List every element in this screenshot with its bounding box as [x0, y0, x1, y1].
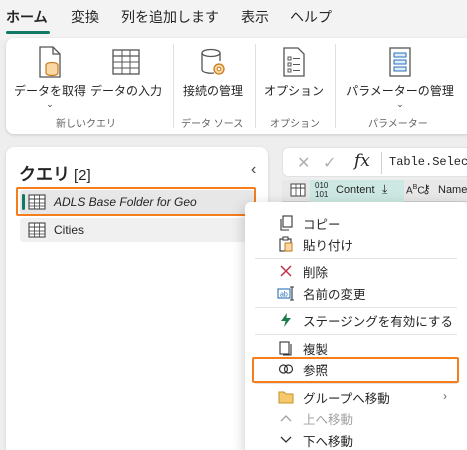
group-label-options: オプション	[270, 119, 320, 130]
paste-icon	[277, 235, 295, 253]
menu-separator	[255, 334, 457, 335]
menu-separator	[255, 383, 457, 384]
menu-item-label: グループへ移動	[303, 391, 390, 406]
menu-item-label: 名前の変更	[303, 287, 366, 302]
ribbon-tabs: ホーム 変換 列を追加します 表示 ヘルプ	[0, 0, 467, 40]
menu-item-move-up[interactable]: 上へ移動	[245, 407, 467, 429]
delete-icon	[277, 262, 295, 280]
ribbon: データを取得 ⌄ データの入力 新しいクエリ 接続の管理 データ ソース オプシ…	[6, 38, 467, 134]
chevron-down-icon: ⌄	[46, 99, 54, 109]
menu-item-label: ステージングを有効にする	[303, 314, 453, 329]
download-sort-icon[interactable]: ⤓	[382, 182, 387, 197]
column-header-name[interactable]: Name	[438, 184, 467, 196]
queries-count: [2]	[74, 167, 91, 184]
table-menu-icon[interactable]	[290, 183, 306, 200]
group-label-data-sources: データ ソース	[181, 119, 244, 130]
duplicate-icon	[277, 339, 295, 357]
menu-item-delete[interactable]: 削除	[245, 260, 467, 282]
get-data-label: データを取得	[13, 84, 86, 98]
copy-icon	[277, 214, 295, 232]
menu-item-label: 削除	[303, 265, 329, 280]
menu-separator	[255, 258, 457, 259]
menu-item-label: コピー	[303, 217, 341, 232]
menu-item-label: 貼り付け	[303, 238, 354, 253]
active-tab-indicator	[6, 31, 50, 34]
menu-item-label: 複製	[303, 342, 329, 357]
menu-item-move-down[interactable]: 下へ移動	[245, 429, 467, 450]
chevron-up-icon	[277, 409, 295, 427]
fx-icon[interactable]: fx	[354, 151, 370, 171]
tab-home[interactable]: ホーム	[6, 7, 48, 27]
chevron-down-icon	[277, 431, 295, 449]
rename-icon: ab	[277, 284, 295, 302]
binary-type-icon[interactable]: 010 101	[315, 181, 328, 199]
tab-transform[interactable]: 変換	[71, 7, 99, 27]
connection-gear-icon	[193, 44, 233, 80]
grid-header: 010 101 Content ⤓ ABC ⚷ Name	[282, 180, 467, 202]
menu-item-paste[interactable]: 貼り付け	[245, 233, 467, 255]
query-item-cities[interactable]: Cities	[20, 218, 254, 242]
menu-separator	[255, 307, 457, 308]
formula-divider	[381, 152, 382, 174]
menu-item-enable-staging[interactable]: ステージングを有効にする	[245, 309, 467, 331]
group-label-new-query: 新しいクエリ	[56, 119, 116, 130]
ribbon-divider	[335, 44, 336, 128]
menu-item-copy[interactable]: コピー	[245, 212, 467, 234]
table-icon	[106, 44, 146, 80]
ribbon-divider	[173, 44, 174, 128]
manage-connections-label: 接続の管理	[182, 84, 243, 98]
manage-parameters-button[interactable]: パラメーターの管理 ⌄	[342, 40, 458, 110]
highlight-box	[16, 187, 256, 216]
cancel-icon[interactable]: ✕	[297, 153, 310, 173]
queries-title-text: クエリ	[19, 165, 70, 184]
tab-help[interactable]: ヘルプ	[290, 7, 332, 27]
highlight-box	[252, 357, 459, 383]
queries-title: クエリ [2]	[19, 160, 91, 185]
collapse-pane-chevron-icon[interactable]: ‹	[251, 161, 256, 179]
chevron-down-icon: ⌄	[396, 99, 404, 109]
folder-icon	[277, 388, 295, 406]
manage-connections-button[interactable]: 接続の管理	[178, 40, 248, 110]
chevron-right-icon: ›	[443, 389, 447, 403]
query-item-label: Cities	[54, 223, 85, 237]
table-icon	[28, 222, 46, 238]
get-data-icon	[30, 44, 70, 80]
ribbon-divider	[255, 44, 256, 128]
context-menu: コピー 貼り付け 削除 ab 名前の変更 ステージングを有効にする 複製 参照 …	[245, 202, 467, 450]
formula-text[interactable]: Table.Select	[389, 155, 467, 169]
column-header-content[interactable]: Content	[336, 184, 375, 196]
tab-add-column[interactable]: 列を追加します	[121, 7, 219, 27]
group-label-parameters: パラメーター	[368, 119, 428, 130]
formula-bar: ✕ ✓ fx Table.Select	[282, 147, 467, 177]
options-button[interactable]: オプション	[260, 40, 328, 110]
parameters-icon	[380, 44, 420, 80]
lightning-icon	[277, 311, 295, 329]
menu-item-move-to-group[interactable]: グループへ移動 ›	[245, 386, 467, 408]
menu-item-rename[interactable]: ab 名前の変更	[245, 282, 467, 304]
options-icon	[274, 44, 314, 80]
manage-parameters-label: パラメーターの管理	[346, 84, 454, 98]
commit-check-icon[interactable]: ✓	[323, 153, 336, 173]
key-icon: ⚷	[422, 182, 431, 196]
enter-data-label: データの入力	[90, 84, 163, 98]
tab-view[interactable]: 表示	[241, 7, 269, 27]
enter-data-button[interactable]: データの入力	[90, 40, 162, 110]
menu-item-duplicate[interactable]: 複製	[245, 337, 467, 359]
menu-item-label: 上へ移動	[303, 412, 354, 427]
options-label: オプション	[263, 84, 324, 98]
get-data-button[interactable]: データを取得 ⌄	[10, 40, 90, 110]
menu-item-label: 下へ移動	[303, 434, 354, 449]
svg-text:ab: ab	[280, 292, 288, 299]
